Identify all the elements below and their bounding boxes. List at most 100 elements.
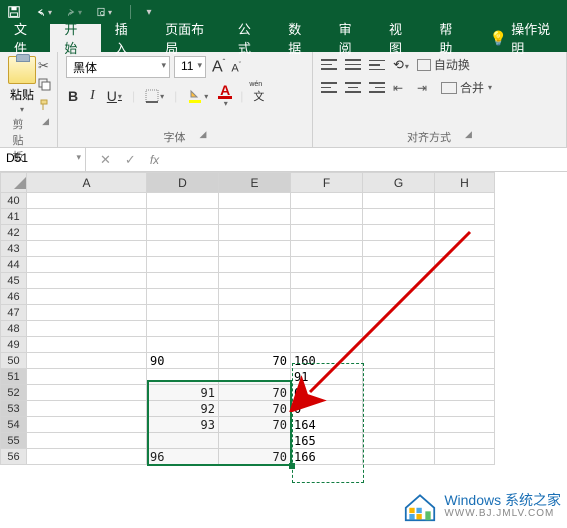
cell[interactable] bbox=[291, 289, 363, 305]
cancel-formula-icon[interactable]: ✕ bbox=[100, 152, 111, 168]
row-header[interactable]: 43 bbox=[1, 241, 27, 257]
cell[interactable] bbox=[435, 369, 495, 385]
cell[interactable] bbox=[291, 273, 363, 289]
row-header[interactable]: 52 bbox=[1, 385, 27, 401]
cell[interactable] bbox=[435, 209, 495, 225]
row-header[interactable]: 55 bbox=[1, 433, 27, 449]
cell[interactable] bbox=[147, 337, 219, 353]
cell[interactable] bbox=[435, 225, 495, 241]
row-header[interactable]: 45 bbox=[1, 273, 27, 289]
redo-icon[interactable] bbox=[66, 4, 82, 20]
cell[interactable] bbox=[147, 273, 219, 289]
cell[interactable] bbox=[291, 321, 363, 337]
cell[interactable] bbox=[27, 305, 147, 321]
cell[interactable] bbox=[147, 225, 219, 241]
cell[interactable] bbox=[435, 241, 495, 257]
align-center-button[interactable] bbox=[345, 81, 361, 95]
cell[interactable] bbox=[219, 369, 291, 385]
cell[interactable] bbox=[291, 209, 363, 225]
align-middle-button[interactable] bbox=[345, 58, 361, 72]
format-painter-icon[interactable] bbox=[38, 98, 52, 112]
cell[interactable]: 70 bbox=[219, 401, 291, 417]
cell[interactable] bbox=[435, 433, 495, 449]
cell[interactable] bbox=[27, 193, 147, 209]
confirm-formula-icon[interactable]: ✓ bbox=[125, 152, 136, 168]
menu-home[interactable]: 开始 bbox=[50, 24, 100, 52]
orientation-button[interactable]: ⟲ bbox=[393, 57, 409, 73]
cell[interactable] bbox=[147, 193, 219, 209]
cell[interactable] bbox=[27, 337, 147, 353]
cell[interactable] bbox=[147, 433, 219, 449]
copy-icon[interactable] bbox=[38, 78, 52, 94]
cell[interactable] bbox=[435, 193, 495, 209]
increase-indent-button[interactable]: ⇥ bbox=[417, 81, 433, 95]
col-header-F[interactable]: F bbox=[291, 173, 363, 193]
cell[interactable] bbox=[435, 305, 495, 321]
cell[interactable] bbox=[435, 321, 495, 337]
cell[interactable] bbox=[219, 209, 291, 225]
italic-button[interactable]: I bbox=[88, 88, 97, 104]
cell[interactable] bbox=[435, 257, 495, 273]
col-header-H[interactable]: H bbox=[435, 173, 495, 193]
increase-font-icon[interactable]: Aˆ bbox=[210, 58, 227, 76]
spreadsheet-grid[interactable]: A D E F G H 4041424344454647484950907016… bbox=[0, 172, 495, 465]
cell[interactable] bbox=[435, 353, 495, 369]
cell[interactable] bbox=[435, 289, 495, 305]
preview-icon[interactable] bbox=[96, 4, 112, 20]
row-header[interactable]: 50 bbox=[1, 353, 27, 369]
row-header[interactable]: 53 bbox=[1, 401, 27, 417]
cell[interactable] bbox=[27, 433, 147, 449]
align-left-button[interactable] bbox=[321, 81, 337, 95]
cell[interactable] bbox=[363, 289, 435, 305]
cell[interactable] bbox=[435, 385, 495, 401]
cell[interactable] bbox=[219, 225, 291, 241]
cell[interactable]: 92 bbox=[147, 401, 219, 417]
col-header-A[interactable]: A bbox=[27, 173, 147, 193]
fx-icon[interactable]: fx bbox=[150, 153, 159, 167]
col-header-E[interactable]: E bbox=[219, 173, 291, 193]
row-header[interactable]: 48 bbox=[1, 321, 27, 337]
cell[interactable]: 70 bbox=[219, 417, 291, 433]
undo-icon[interactable] bbox=[36, 4, 52, 20]
cell[interactable] bbox=[363, 401, 435, 417]
cell[interactable]: 166 bbox=[291, 449, 363, 465]
cell[interactable] bbox=[435, 417, 495, 433]
font-size-select[interactable]: 11 bbox=[174, 56, 206, 78]
cell[interactable] bbox=[435, 337, 495, 353]
cell[interactable] bbox=[363, 305, 435, 321]
menu-insert[interactable]: 插入 bbox=[101, 24, 151, 52]
cell[interactable] bbox=[435, 401, 495, 417]
fill-color-button[interactable] bbox=[185, 89, 210, 103]
cell[interactable] bbox=[291, 337, 363, 353]
underline-button[interactable]: U bbox=[105, 88, 124, 104]
cell[interactable]: 0 bbox=[291, 385, 363, 401]
menu-review[interactable]: 审阅 bbox=[325, 24, 375, 52]
cell[interactable] bbox=[435, 273, 495, 289]
cell[interactable] bbox=[363, 241, 435, 257]
cell[interactable] bbox=[219, 305, 291, 321]
cell[interactable] bbox=[363, 337, 435, 353]
row-header[interactable]: 51 bbox=[1, 369, 27, 385]
row-header[interactable]: 42 bbox=[1, 225, 27, 241]
cell[interactable] bbox=[147, 241, 219, 257]
cell[interactable] bbox=[27, 353, 147, 369]
paste-button[interactable]: 粘贴 ▾ bbox=[8, 56, 36, 114]
col-header-G[interactable]: G bbox=[363, 173, 435, 193]
row-header[interactable]: 56 bbox=[1, 449, 27, 465]
cell[interactable] bbox=[219, 433, 291, 449]
cell[interactable]: 70 bbox=[219, 385, 291, 401]
cell[interactable] bbox=[363, 193, 435, 209]
wrap-text-button[interactable]: 自动换 bbox=[417, 56, 470, 73]
cell[interactable] bbox=[291, 305, 363, 321]
cell[interactable] bbox=[219, 257, 291, 273]
cell[interactable] bbox=[363, 209, 435, 225]
cell[interactable] bbox=[219, 321, 291, 337]
menu-view[interactable]: 视图 bbox=[375, 24, 425, 52]
cell[interactable] bbox=[363, 225, 435, 241]
cell[interactable] bbox=[27, 241, 147, 257]
cell[interactable] bbox=[27, 209, 147, 225]
cell[interactable]: 93 bbox=[147, 417, 219, 433]
cell[interactable] bbox=[147, 369, 219, 385]
cell[interactable] bbox=[147, 305, 219, 321]
cell[interactable] bbox=[147, 289, 219, 305]
